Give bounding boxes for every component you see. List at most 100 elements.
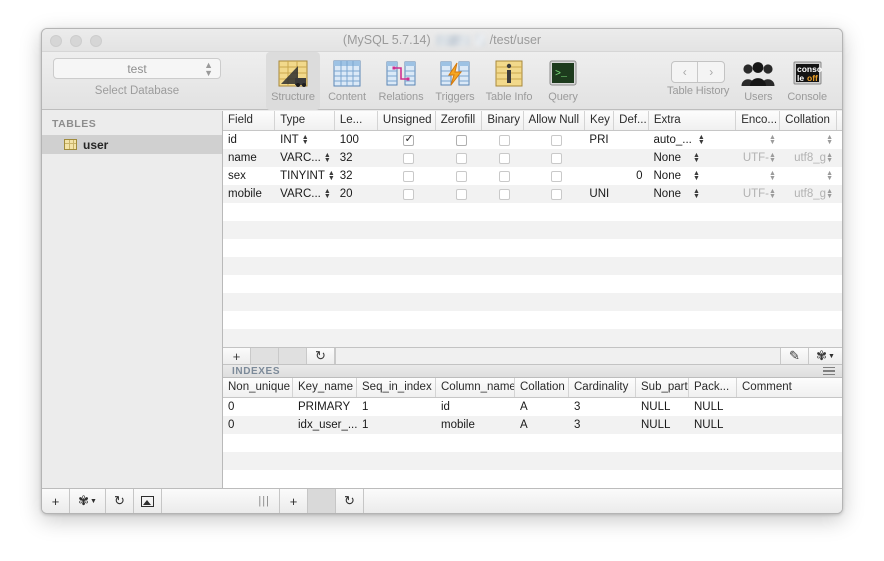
refresh-tables-button[interactable]: ↻ [106, 489, 134, 513]
idx-col-header-column-name[interactable]: Column_name [436, 378, 515, 397]
idx-col-header-sub-part[interactable]: Sub_part [636, 378, 689, 397]
cell-extra[interactable]: auto_... ▲ ▼ [649, 131, 736, 149]
cell-extra[interactable]: None ▲ ▼ [649, 149, 736, 167]
col-header-key[interactable]: Key [585, 111, 615, 130]
window-titlebar[interactable]: (MySQL 5.7.14) /test/user [42, 29, 842, 52]
cell-encoding[interactable]: UTF- ▲ ▼ [736, 185, 780, 203]
checkbox-binary[interactable] [499, 134, 511, 146]
nav-back-icon[interactable]: ‹ [672, 62, 699, 82]
checkbox-zerofill[interactable] [455, 134, 467, 146]
cell-binary[interactable] [482, 131, 523, 149]
cell-key[interactable] [584, 167, 613, 185]
idx-cell-packed[interactable]: NULL [689, 398, 737, 416]
encoding-chevron-icon[interactable]: ▲ ▼ [769, 134, 776, 146]
type-stepper-icon[interactable]: ▲ ▼ [324, 188, 331, 200]
cell-zerofill[interactable] [435, 185, 482, 203]
col-header-extra[interactable]: Extra [649, 111, 737, 130]
checkbox-zerofill[interactable] [455, 170, 467, 182]
extra-stepper-icon[interactable]: ▲ ▼ [693, 170, 700, 182]
col-header-default[interactable]: Def... [614, 111, 649, 130]
encoding-chevron-icon[interactable]: ▲ ▼ [769, 188, 776, 200]
col-header-field[interactable]: Field [223, 111, 276, 130]
cell-key[interactable]: PRI [584, 131, 613, 149]
idx-col-header-collation[interactable]: Collation [515, 378, 569, 397]
checkbox-allow-null[interactable] [550, 170, 562, 182]
remove-field-button[interactable] [279, 348, 307, 364]
sidebar-resize-area[interactable]: ||| [162, 489, 280, 513]
cell-field[interactable]: name [223, 149, 275, 167]
table-row[interactable]: id INT ▲▼ 100 PRI auto_... [223, 131, 842, 149]
idx-cell-collation[interactable]: A [515, 416, 569, 434]
cell-field[interactable]: id [223, 131, 275, 149]
toolbar-users[interactable]: Users [735, 52, 781, 103]
cell-type[interactable]: VARC... ▲ ▼ [275, 149, 335, 167]
idx-cell-cardinality[interactable]: 3 [569, 398, 636, 416]
cell-comment[interactable]: 手机 [837, 185, 842, 203]
cell-zerofill[interactable] [435, 149, 482, 167]
table-row[interactable]: 0 PRIMARY 1 id A 3 NULL NULL [223, 398, 842, 416]
cell-type[interactable]: TINYINT ▲ ▼ [275, 167, 335, 185]
cell-default[interactable] [613, 131, 648, 149]
idx-col-header-seq-in-index[interactable]: Seq_in_index [357, 378, 436, 397]
col-header-length[interactable]: Le... [335, 111, 378, 130]
cell-allow-null[interactable] [523, 167, 584, 185]
cell-unsigned[interactable] [378, 185, 436, 203]
cell-comment[interactable] [837, 131, 842, 149]
cell-unsigned[interactable] [378, 167, 436, 185]
cell-encoding[interactable]: UTF- ▲ ▼ [736, 149, 780, 167]
checkbox-zerofill[interactable] [455, 188, 467, 200]
idx-cell-collation[interactable]: A [515, 398, 569, 416]
col-header-collation[interactable]: Collation [780, 111, 838, 130]
table-row[interactable]: mobile VARC... ▲ ▼ 20 UNI None ▲ ▼ UTF- … [223, 185, 842, 203]
encoding-chevron-icon[interactable]: ▲ ▼ [769, 152, 776, 164]
add-table-button[interactable]: + [42, 489, 70, 513]
idx-cell-sub-part[interactable]: NULL [636, 398, 689, 416]
table-actions-button[interactable]: ✾ ▼ [70, 489, 106, 513]
toolbar-tab-query[interactable]: >_ Query [536, 52, 590, 110]
idx-col-header-packed[interactable]: Pack... [689, 378, 737, 397]
checkbox-zerofill[interactable] [455, 152, 467, 164]
collation-chevron-icon[interactable]: ▲ ▼ [826, 134, 833, 146]
cell-allow-null[interactable] [523, 149, 584, 167]
type-stepper-icon[interactable]: ▲ ▼ [302, 134, 309, 146]
cell-collation[interactable]: utf8_g ▲ ▼ [780, 149, 837, 167]
cell-comment[interactable]: 性... [837, 167, 842, 185]
idx-cell-packed[interactable]: NULL [689, 416, 737, 434]
resize-grip-icon[interactable]: ||| [258, 495, 270, 507]
checkbox-allow-null[interactable] [550, 134, 562, 146]
collation-chevron-icon[interactable]: ▲ ▼ [826, 188, 833, 200]
checkbox-unsigned[interactable] [403, 188, 415, 200]
database-select[interactable]: test ▲ ▼ [53, 58, 221, 79]
idx-cell-comment[interactable] [737, 416, 842, 434]
checkbox-unsigned[interactable] [403, 152, 415, 164]
cell-length[interactable]: 100 [335, 131, 378, 149]
cell-key[interactable] [584, 149, 613, 167]
extra-stepper-icon[interactable]: ▲ ▼ [693, 188, 700, 200]
idx-cell-non-unique[interactable]: 0 [223, 398, 293, 416]
checkbox-allow-null[interactable] [550, 152, 562, 164]
cell-extra[interactable]: None ▲ ▼ [649, 185, 736, 203]
extra-stepper-icon[interactable]: ▲ ▼ [698, 134, 705, 146]
idx-cell-key-name[interactable]: PRIMARY [293, 398, 357, 416]
add-field-button[interactable]: + [223, 348, 251, 364]
extra-stepper-icon[interactable]: ▲ ▼ [693, 152, 700, 164]
idx-col-header-non-unique[interactable]: Non_unique [223, 378, 293, 397]
cell-binary[interactable] [482, 167, 523, 185]
fields-options-gear-button[interactable]: ✾ ▼ [808, 348, 842, 364]
cell-allow-null[interactable] [523, 131, 584, 149]
cell-allow-null[interactable] [523, 185, 584, 203]
nav-forward-icon[interactable]: › [698, 62, 724, 82]
table-row[interactable]: 0 idx_user_... 1 mobile A 3 NULL NULL [223, 416, 842, 434]
idx-cell-seq-in-index[interactable]: 1 [357, 416, 436, 434]
idx-cell-seq-in-index[interactable]: 1 [357, 398, 436, 416]
type-stepper-icon[interactable]: ▲ ▼ [324, 152, 331, 164]
cell-unsigned[interactable] [378, 131, 436, 149]
sidebar-item-user[interactable]: user [42, 135, 222, 154]
idx-cell-cardinality[interactable]: 3 [569, 416, 636, 434]
toolbar-tab-structure[interactable]: Structure [266, 52, 320, 110]
cell-encoding[interactable]: ▲ ▼ [736, 131, 780, 149]
cell-binary[interactable] [482, 149, 523, 167]
cell-comment[interactable]: 姓名 [837, 149, 842, 167]
col-header-unsigned[interactable]: Unsigned [378, 111, 436, 130]
cell-collation[interactable]: ▲ ▼ [780, 167, 837, 185]
